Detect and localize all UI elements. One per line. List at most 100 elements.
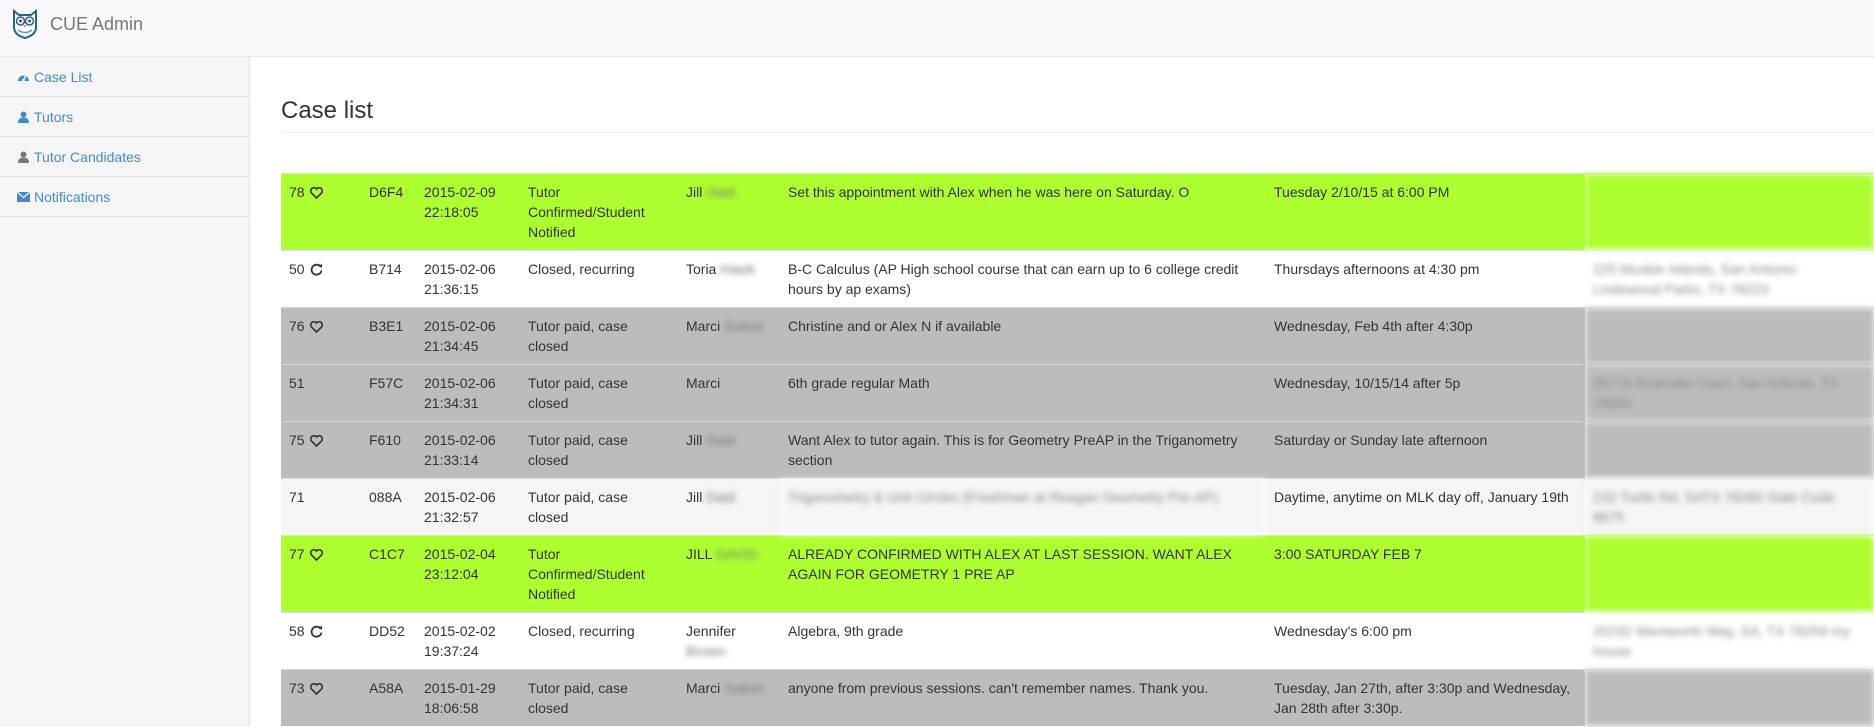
case-time: 19:37:24 (424, 643, 479, 659)
table-row[interactable]: 71 088A 2015-02-06 21:32:57 Tutor paid, case… (281, 478, 1874, 536)
client-first-name: Jill (686, 489, 703, 505)
case-time: 21:32:57 (424, 509, 479, 525)
case-status: Tutor paid, case closed (520, 364, 678, 422)
case-address: 232 Turtle Rd, SATX 78260 Gate Code 8675 (1585, 478, 1874, 536)
client-last-name-redacted: Daid (706, 489, 736, 505)
case-date: 2015-02-04 (424, 546, 496, 562)
case-id-cell[interactable]: 71 (281, 478, 361, 536)
case-id: 71 (289, 489, 305, 505)
sidebar-item-label: Notifications (34, 188, 111, 205)
case-id-cell[interactable]: 73 (281, 669, 361, 726)
table-row[interactable]: 50 B714 2015-02-06 21:36:15 Closed, recurrin… (281, 250, 1874, 308)
case-id-cell[interactable]: 78 (281, 173, 361, 251)
case-address: 28774 Roanoke Court, San Antonio, TX 782… (1585, 364, 1874, 422)
case-datetime: 2015-02-06 21:33:14 (416, 421, 520, 479)
case-client: Jill Daid (678, 173, 780, 251)
case-date: 2015-02-09 (424, 184, 496, 200)
case-status: Tutor paid, case closed (520, 421, 678, 479)
case-note: 6th grade regular Math (780, 364, 1266, 422)
case-code: C1C7 (361, 535, 416, 613)
case-address (1585, 307, 1874, 365)
table-row[interactable]: 77 C1C7 2015-02-04 23:12:04 Tutor Confirmed/… (281, 535, 1874, 613)
table-row[interactable]: 76 B3E1 2015-02-06 21:34:45 Tutor paid, case… (281, 307, 1874, 365)
case-id: 75 (289, 432, 305, 448)
table-row[interactable]: 75 F610 2015-02-06 21:33:14 Tutor paid, case… (281, 421, 1874, 479)
user-icon (16, 111, 31, 123)
client-last-name-redacted: Brown (686, 643, 726, 659)
case-schedule: Thursdays afternoons at 4:30 pm (1266, 250, 1585, 308)
brand[interactable]: CUE Admin (12, 9, 143, 39)
case-address (1585, 421, 1874, 479)
case-datetime: 2015-02-04 23:12:04 (416, 535, 520, 613)
case-client: Marci Galvin (678, 669, 780, 726)
case-datetime: 2015-02-06 21:34:31 (416, 364, 520, 422)
case-id-cell[interactable]: 76 (281, 307, 361, 365)
case-id-cell[interactable]: 75 (281, 421, 361, 479)
client-last-name-redacted: Daid (706, 184, 736, 200)
case-schedule: Wednesday's 6:00 pm (1266, 612, 1585, 670)
case-status: Tutor paid, case closed (520, 478, 678, 536)
table-row[interactable]: 58 DD52 2015-02-02 19:37:24 Closed, recurrin… (281, 612, 1874, 670)
client-first-name: Jennifer (686, 623, 736, 639)
case-schedule: Tuesday 2/10/15 at 6:00 PM (1266, 173, 1585, 251)
table-row[interactable]: 78 D6F4 2015-02-09 22:18:05 Tutor Confirmed/… (281, 173, 1874, 251)
case-id: 77 (289, 546, 305, 562)
case-code: 088A (361, 478, 416, 536)
case-id-cell[interactable]: 77 (281, 535, 361, 613)
sidebar-item-tutors[interactable]: Tutors (0, 97, 249, 137)
case-note: anyone from previous sessions. can't rem… (780, 669, 1266, 726)
client-first-name: Jill (686, 432, 703, 448)
case-id: 50 (289, 261, 305, 277)
case-datetime: 2015-01-29 18:06:58 (416, 669, 520, 726)
case-schedule: 3:00 SATURDAY FEB 7 (1266, 535, 1585, 613)
case-code: B714 (361, 250, 416, 308)
case-table: 78 D6F4 2015-02-09 22:18:05 Tutor Confirmed/… (281, 173, 1874, 726)
case-code: F57C (361, 364, 416, 422)
case-note: B-C Calculus (AP High school course that… (780, 250, 1266, 308)
case-note: ALREADY CONFIRMED WITH ALEX AT LAST SESS… (780, 535, 1266, 613)
client-first-name: Marci (686, 318, 721, 334)
case-address (1585, 535, 1874, 613)
case-time: 21:34:45 (424, 338, 479, 354)
sidebar-item-notifications[interactable]: Notifications (0, 177, 249, 217)
case-id: 78 (289, 184, 305, 200)
case-code: A58A (361, 669, 416, 726)
case-schedule: Wednesday, 10/15/14 after 5p (1266, 364, 1585, 422)
client-last-name-redacted: Daid (706, 432, 736, 448)
case-client: JILL DAVID (678, 535, 780, 613)
case-datetime: 2015-02-09 22:18:05 (416, 173, 520, 251)
case-id: 76 (289, 318, 305, 334)
case-time: 21:36:15 (424, 281, 479, 297)
case-schedule: Tuesday, Jan 27th, after 3:30p and Wedne… (1266, 669, 1585, 726)
case-id-cell[interactable]: 50 (281, 250, 361, 308)
case-id-cell[interactable]: 58 (281, 612, 361, 670)
owl-logo-icon (13, 9, 37, 39)
heart-icon (309, 432, 323, 452)
case-code: D6F4 (361, 173, 416, 251)
heart-icon (309, 680, 323, 700)
case-date: 2015-02-06 (424, 489, 496, 505)
top-navbar: CUE Admin (0, 0, 1874, 57)
heart-icon (309, 318, 323, 338)
title-divider (281, 132, 1874, 133)
table-row[interactable]: 73 A58A 2015-01-29 18:06:58 Tutor paid, case… (281, 669, 1874, 726)
client-first-name: JILL (686, 546, 712, 562)
case-note: Christine and or Alex N if available (780, 307, 1266, 365)
case-id-cell[interactable]: 51 (281, 364, 361, 422)
case-time: 21:33:14 (424, 452, 479, 468)
case-code: F610 (361, 421, 416, 479)
sidebar-item-tutor-candidates[interactable]: Tutor Candidates (0, 137, 249, 177)
sidebar-item-case-list[interactable]: Case List (0, 57, 249, 97)
case-date: 2015-02-06 (424, 261, 496, 277)
case-status: Closed, recurring (520, 250, 678, 308)
case-time: 21:34:31 (424, 395, 479, 411)
sidebar: Case List Tutors Tutor Candidates Notifi… (0, 57, 250, 727)
case-schedule: Wednesday, Feb 4th after 4:30p (1266, 307, 1585, 365)
case-datetime: 2015-02-06 21:32:57 (416, 478, 520, 536)
table-row[interactable]: 51 F57C 2015-02-06 21:34:31 Tutor paid, case… (281, 364, 1874, 422)
case-client: Jennifer Brown (678, 612, 780, 670)
case-address (1585, 669, 1874, 726)
app-title[interactable]: CUE Admin (50, 14, 143, 35)
case-client: Jill Daid (678, 478, 780, 536)
case-note: Algebra, 9th grade (780, 612, 1266, 670)
